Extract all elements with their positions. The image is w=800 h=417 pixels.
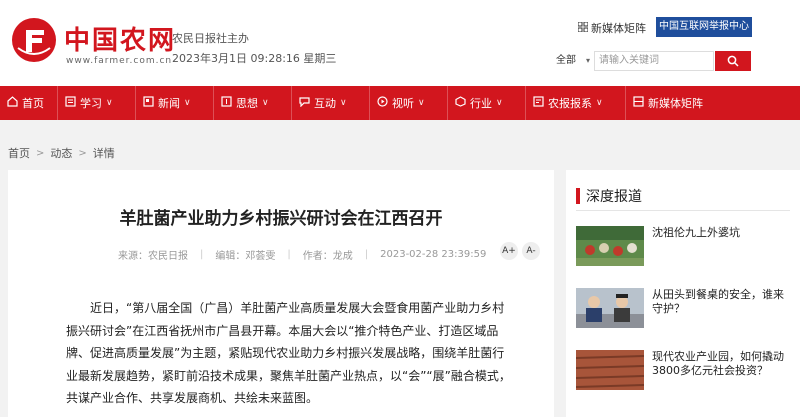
news-title: 现代农业产业园，如何撬动3800多亿元社会投资？ — [652, 350, 784, 377]
sidebar-heading-text: 深度报道 — [586, 189, 642, 205]
sidebar-news-item[interactable]: 现代农业产业园，如何撬动3800多亿元社会投资？ — [575, 350, 794, 390]
breadcrumb-news[interactable]: 动态 — [50, 145, 72, 161]
chat-icon — [299, 96, 310, 110]
font-decrease-button[interactable]: A- — [522, 242, 540, 260]
meta-divider: | — [364, 249, 369, 260]
font-increase-button[interactable]: A+ — [500, 242, 518, 260]
nav-label: 视听 — [392, 97, 414, 110]
article-paragraph: 近日，“第八届全国（广昌）羊肚菌产业高质量发展大会暨食用菌产业助力乡村振兴研讨会… — [66, 301, 511, 405]
divider — [576, 210, 790, 211]
news-thumbnail[interactable] — [576, 226, 644, 266]
chevron-right-icon: > — [36, 147, 45, 159]
chevron-down-icon: ∨ — [184, 98, 191, 108]
article-source: 来源：农民日报 — [118, 251, 188, 262]
site-header: 中国农网 www.farmer.com.cn 农民日报社主办 2023年3月1日… — [0, 0, 800, 86]
nav-item-thought[interactable]: 思想 ∨ — [214, 86, 292, 120]
nav-item-news[interactable]: 新闻 ∨ — [136, 86, 214, 120]
article-meta: 来源：农民日报 | 编辑：邓荟雯 | 作者：龙成 | 2023-02-28 23… — [118, 247, 486, 262]
nav-item-industry[interactable]: 行业 ∨ — [448, 86, 526, 120]
media-matrix-link[interactable]: 新媒体矩阵 — [577, 20, 646, 36]
meta-divider: | — [200, 249, 204, 260]
breadcrumb-home[interactable]: 首页 — [8, 145, 30, 161]
nav-label: 新闻 — [158, 97, 180, 110]
article-panel: 羊肚菌产业助力乡村振兴研讨会在江西召开 来源：农民日报 | 编辑：邓荟雯 | 作… — [8, 170, 554, 417]
news-title: 沈祖伦九上外婆坑 — [652, 226, 740, 239]
breadcrumb: 首页 > 动态 > 详情 — [8, 145, 115, 161]
sidebar-news-item[interactable]: 沈祖伦九上外婆坑 — [576, 226, 794, 266]
article-author: 作者：龙成 — [302, 251, 353, 262]
chevron-down-icon: ∨ — [596, 98, 603, 108]
site-logo-mark[interactable] — [12, 18, 56, 62]
search-icon — [727, 52, 739, 71]
nav-item-video[interactable]: 视听 ∨ — [370, 86, 448, 120]
thought-icon — [221, 96, 232, 110]
article-editor: 编辑：邓荟雯 — [215, 251, 276, 262]
meta-divider: | — [287, 249, 291, 260]
news-thumbnail[interactable] — [575, 350, 645, 390]
article-title: 羊肚菌产业助力乡村振兴研讨会在江西召开 — [119, 209, 443, 229]
article-time: 2023-02-28 23:39:59 — [380, 249, 487, 260]
chevron-right-icon: > — [78, 147, 87, 159]
nav-item-interact[interactable]: 互动 ∨ — [292, 86, 370, 120]
chevron-down-icon: ∨ — [496, 98, 503, 108]
heading-accent-bar — [576, 188, 580, 204]
nav-item-study[interactable]: 学习 ∨ — [58, 86, 136, 120]
nav-item-home[interactable]: 首页 — [0, 86, 58, 120]
sidebar-news-item[interactable]: 从田头到餐桌的安全，谁来守护？ — [576, 288, 794, 328]
grid-icon — [577, 21, 589, 35]
search-scope-select[interactable]: 全部 ▾ — [556, 52, 592, 70]
nav-item-papers[interactable]: 农报报系 ∨ — [526, 86, 626, 120]
media-matrix-label: 新媒体矩阵 — [591, 22, 646, 35]
organizer-text: 农民日报社主办 — [172, 32, 249, 45]
book-icon — [65, 96, 76, 110]
news-title: 从田头到餐桌的安全，谁来守护？ — [652, 288, 784, 315]
sidebar: 深度报道 沈祖伦九上外婆坑 从田头到餐桌的安全，谁来守护？ 现代农业产业园，如何… — [566, 170, 800, 417]
nav-label: 学习 — [80, 97, 102, 110]
search-button[interactable] — [715, 51, 751, 71]
search-scope-value: 全部 — [556, 55, 576, 66]
nav-label: 首页 — [22, 97, 44, 110]
nav-label: 新媒体矩阵 — [648, 97, 703, 110]
nav-item-media[interactable]: 新媒体矩阵 — [626, 86, 736, 120]
nav-label: 农报报系 — [548, 97, 592, 110]
report-center-button[interactable]: 中国互联网举报中心 — [656, 17, 752, 37]
news-icon — [143, 96, 154, 110]
cube-icon — [455, 96, 466, 110]
grid-icon — [633, 96, 644, 110]
chevron-down-icon: ∨ — [262, 98, 269, 108]
chevron-down-icon: ∨ — [340, 98, 347, 108]
paper-icon — [533, 96, 544, 110]
chevron-down-icon: ▾ — [586, 56, 591, 65]
current-datetime: 2023年3月1日 09:28:16 星期三 — [172, 52, 337, 65]
breadcrumb-current: 详情 — [92, 147, 115, 160]
search-input[interactable]: 请输入关键词 — [594, 51, 714, 71]
site-logo-text[interactable]: 中国农网 — [64, 20, 176, 57]
site-logo-url: www.farmer.com.cn — [66, 56, 173, 66]
play-icon — [377, 96, 388, 110]
nav-label: 互动 — [314, 97, 336, 110]
chevron-down-icon: ∨ — [418, 98, 425, 108]
nav-label: 行业 — [470, 97, 492, 110]
news-thumbnail[interactable] — [576, 288, 644, 328]
main-nav: 首页 学习 ∨ 新闻 ∨ 思想 ∨ 互动 ∨ 视听 ∨ 行业 ∨ 农报报系 ∨ … — [0, 86, 800, 120]
home-icon — [7, 96, 18, 110]
chevron-down-icon: ∨ — [106, 98, 113, 108]
nav-label: 思想 — [236, 97, 258, 110]
sidebar-heading: 深度报道 — [576, 186, 642, 206]
